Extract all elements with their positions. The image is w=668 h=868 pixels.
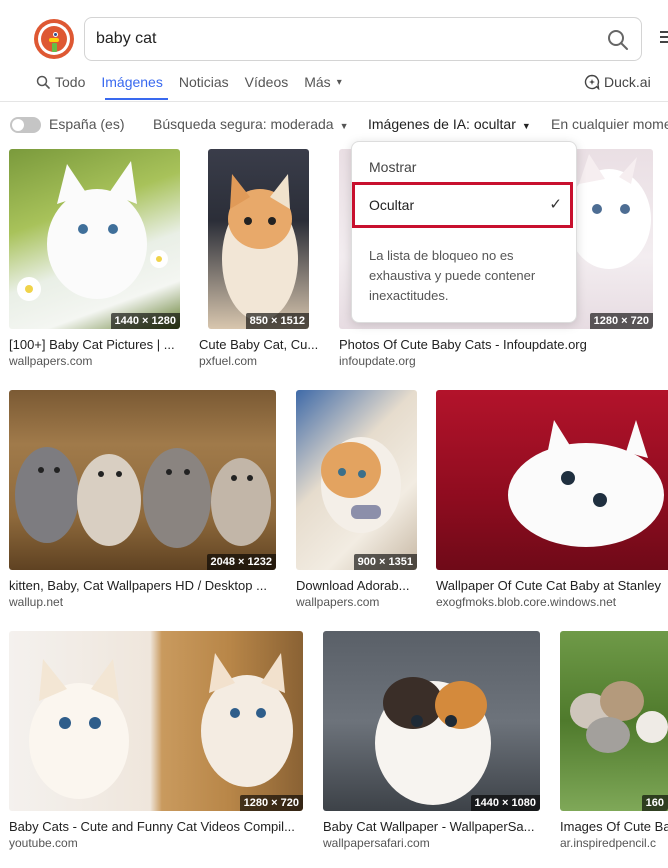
duck-ai-label: Duck.ai [604, 74, 651, 90]
result-thumbnail[interactable]: 1440 × 1080 [323, 631, 540, 811]
result-caption[interactable]: kitten, Baby, Cat Wallpapers HD / Deskto… [9, 578, 276, 593]
chevron-down-icon: ▼ [521, 121, 531, 131]
image-result[interactable]: 850 × 1512 Cute Baby Cat, Cu... pxfuel.c… [199, 149, 320, 371]
dropdown-note: La lista de bloqueo no es exhaustiva y p… [369, 248, 536, 303]
result-caption[interactable]: Wallpaper Of Cute Cat Baby at Stanley [436, 578, 668, 593]
tab-label: Noticias [178, 74, 229, 90]
image-dimensions: 2048 × 1232 [206, 554, 276, 570]
result-thumbnail[interactable]: 2048 × 1232 [9, 390, 276, 570]
duck-ai-link[interactable]: Duck.ai [584, 74, 651, 91]
result-source[interactable]: ar.inspiredpencil.c [560, 836, 668, 850]
region-filter[interactable]: España (es) [49, 116, 124, 132]
checkmark-icon: ✓ [549, 196, 562, 213]
result-thumbnail[interactable]: 1280 × 720 [9, 631, 303, 811]
result-caption[interactable]: Cute Baby Cat, Cu... [199, 337, 320, 352]
tab-images[interactable]: Imágenes [101, 72, 162, 92]
region-toggle[interactable] [10, 117, 41, 133]
region-label: España (es) [49, 116, 125, 132]
result-thumbnail[interactable] [436, 390, 668, 570]
search-input[interactable] [96, 30, 576, 48]
ai-images-dropdown: Mostrar Ocultar ✓ La lista de bloqueo no… [351, 141, 577, 323]
result-caption[interactable]: Images Of Cute Ba [560, 819, 668, 834]
result-source[interactable]: infoupdate.org [339, 354, 653, 368]
image-result[interactable]: 1440 × 1280 [100+] Baby Cat Pictures | .… [9, 149, 180, 371]
image-dimensions: 1440 × 1280 [110, 313, 180, 329]
filter-bar: España (es) Búsqueda segura: moderada ▼ I… [0, 110, 668, 138]
result-source[interactable]: youtube.com [9, 836, 303, 850]
result-source[interactable]: pxfuel.com [199, 354, 320, 368]
tab-videos[interactable]: Vídeos [245, 72, 289, 92]
result-source[interactable]: wallup.net [9, 595, 276, 609]
image-dimensions: 1280 × 720 [239, 795, 303, 811]
search-tabs: Todo Imágenes Noticias Vídeos Más ▾ [36, 72, 358, 100]
ai-images-filter[interactable]: Imágenes de IA: ocultar ▼ [368, 116, 531, 132]
image-result[interactable]: Wallpaper Of Cute Cat Baby at Stanley ex… [436, 390, 668, 612]
dropdown-option-label: Ocultar [369, 197, 415, 213]
image-dimensions: 1440 × 1080 [470, 795, 540, 811]
image-dimensions: 850 × 1512 [245, 313, 309, 329]
time-filter[interactable]: En cualquier momento [551, 116, 668, 132]
result-caption[interactable]: Baby Cats - Cute and Funny Cat Videos Co… [9, 819, 303, 834]
result-caption[interactable]: Photos Of Cute Baby Cats - Infoupdate.or… [339, 337, 653, 352]
search-icon[interactable] [607, 29, 629, 51]
search-box [84, 17, 642, 61]
tab-news[interactable]: Noticias [179, 72, 229, 92]
search-icon [36, 75, 50, 89]
image-result[interactable]: 160 Images Of Cute Ba ar.inspiredpencil.… [560, 631, 668, 853]
image-dimensions: 160 [641, 795, 668, 811]
image-result[interactable]: 2048 × 1232 kitten, Baby, Cat Wallpapers… [9, 390, 276, 612]
dropdown-option-hide[interactable]: Ocultar ✓ [352, 182, 573, 228]
dropdown-option-show[interactable]: Mostrar [369, 159, 416, 175]
active-tab-indicator [105, 98, 168, 100]
image-dimensions: 1280 × 720 [589, 313, 653, 329]
image-dimensions: 900 × 1351 [353, 554, 417, 570]
image-result[interactable]: 900 × 1351 Download Adorab... wallpapers… [296, 390, 417, 612]
result-caption[interactable]: Baby Cat Wallpaper - WallpaperSa... [323, 819, 540, 834]
ai-images-label: Imágenes de IA: ocultar [368, 116, 516, 132]
tab-label: Vídeos [244, 74, 289, 90]
result-thumbnail[interactable]: 900 × 1351 [296, 390, 417, 570]
result-thumbnail[interactable]: 850 × 1512 [208, 149, 309, 329]
chevron-down-icon: ▾ [336, 76, 342, 88]
hamburger-menu-icon[interactable] [660, 31, 668, 45]
result-source[interactable]: wallpapers.com [9, 354, 180, 368]
search-results-page: Todo Imágenes Noticias Vídeos Más ▾ Duck.… [0, 0, 668, 868]
safe-search-filter[interactable]: Búsqueda segura: moderada ▼ [153, 116, 349, 132]
tab-label: Imágenes [101, 74, 163, 90]
tab-all[interactable]: Todo [36, 72, 85, 92]
result-source[interactable]: wallpapersafari.com [323, 836, 540, 850]
result-source[interactable]: wallpapers.com [296, 595, 417, 609]
duck-ai-icon [584, 74, 600, 91]
duckduckgo-logo[interactable] [34, 19, 74, 59]
time-label: En cualquier momento [551, 116, 668, 132]
result-caption[interactable]: Download Adorab... [296, 578, 417, 593]
result-source[interactable]: exogfmoks.blob.core.windows.net [436, 595, 668, 609]
header-divider [0, 101, 668, 102]
tab-label: Más [304, 74, 331, 90]
result-thumbnail[interactable]: 160 [560, 631, 668, 811]
tab-more[interactable]: Más ▾ [304, 72, 341, 92]
result-thumbnail[interactable]: 1440 × 1280 [9, 149, 180, 329]
tab-label: Todo [55, 74, 86, 90]
result-caption[interactable]: [100+] Baby Cat Pictures | ... [9, 337, 180, 352]
safe-search-label: Búsqueda segura: moderada [153, 116, 334, 132]
chevron-down-icon: ▼ [339, 121, 349, 131]
image-result[interactable]: 1440 × 1080 Baby Cat Wallpaper - Wallpap… [323, 631, 540, 853]
image-result[interactable]: 1280 × 720 Baby Cats - Cute and Funny Ca… [9, 631, 303, 853]
